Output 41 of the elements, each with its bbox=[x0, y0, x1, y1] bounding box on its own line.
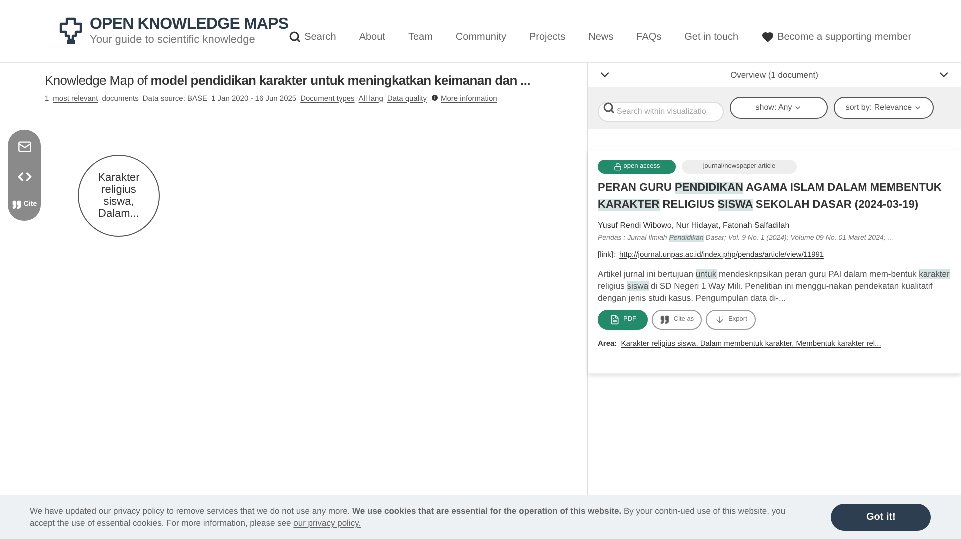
email-icon bbox=[18, 140, 32, 154]
nav-link[interactable]: FAQs bbox=[636, 30, 662, 44]
nav-link[interactable]: About bbox=[359, 30, 386, 44]
nav-link[interactable]: Projects bbox=[530, 30, 566, 44]
nav-link[interactable]: Get in touch bbox=[684, 30, 739, 44]
overview-header[interactable]: Overview (1 document) bbox=[588, 63, 961, 87]
chevron-icon bbox=[794, 104, 802, 112]
document-card[interactable] bbox=[588, 150, 961, 374]
cookie-notice: We have updated our privacy policy to remove services that we do not use any more. We use cookies that are essential for the operation of this website. By your contin-ued use of this website, you accept the use of essential cookies. For more information, please see our privacy policy. bbox=[30, 505, 787, 529]
unlock-icon bbox=[614, 163, 622, 171]
tool-button[interactable] bbox=[18, 170, 32, 184]
nav-link[interactable]: Become a supporting member bbox=[762, 30, 912, 44]
got-it-button[interactable]: Got it! bbox=[831, 504, 931, 530]
code-icon bbox=[18, 170, 32, 184]
download-icon bbox=[714, 314, 725, 325]
search-icon bbox=[288, 31, 301, 43]
logo-tagline: Your guide to scientific knowledge bbox=[90, 34, 256, 46]
document-abstract: Artikel jurnal ini bertujuan untuk mendeskripsikan peran guru PAI dalam mem-bentuk karakter religius siswa di SD Negeri 1 Way Mili. Penelitian ini menggu-nakan pendekatan kualitatif dengan jenis studi kasus. Pengumpulan data di-... bbox=[598, 268, 951, 304]
sort-dropdown[interactable]: sort by: Relevance bbox=[834, 97, 934, 119]
tool-button[interactable] bbox=[18, 140, 32, 154]
map-title: Knowledge Map of model pendidikan karakter untuk meningkatkan keimanan dan ... bbox=[45, 72, 532, 90]
overview-title: Overview (1 document) bbox=[730, 68, 818, 82]
privacy-link[interactable]: our privacy policy. bbox=[294, 518, 362, 528]
search-icon bbox=[603, 102, 615, 114]
info-icon bbox=[431, 94, 440, 102]
topic-bubble[interactable]: Karakter religius siswa, Dalam... bbox=[78, 155, 160, 237]
nav-link[interactable]: Team bbox=[408, 30, 433, 44]
document-icon bbox=[610, 314, 620, 325]
search-field[interactable]: Search within visualizatio bbox=[598, 102, 724, 122]
nav-link[interactable]: Search bbox=[288, 30, 336, 44]
chevron-icon bbox=[914, 104, 922, 112]
show-dropdown[interactable]: show: Any bbox=[730, 97, 828, 119]
document-title[interactable]: PERAN GURU PENDIDIKAN AGAMA ISLAM DALAM MEMBENTUK KARAKTER RELIGIUS SISWA SEKOLAH DASAR (2024-03-19) bbox=[598, 180, 951, 214]
logo-title[interactable]: OPEN KNOWLEDGE MAPS bbox=[90, 16, 289, 32]
nav-link[interactable]: News bbox=[588, 30, 614, 44]
document-authors: Yusuf Rendi Wibowo, Nur Hidayat, Fatonah Salfadilah bbox=[598, 220, 791, 232]
quote-icon bbox=[660, 314, 670, 325]
logo-icon[interactable] bbox=[58, 17, 84, 45]
nav-link[interactable]: Community bbox=[456, 30, 506, 44]
quote-icon bbox=[12, 200, 22, 210]
heart-icon bbox=[762, 31, 774, 43]
